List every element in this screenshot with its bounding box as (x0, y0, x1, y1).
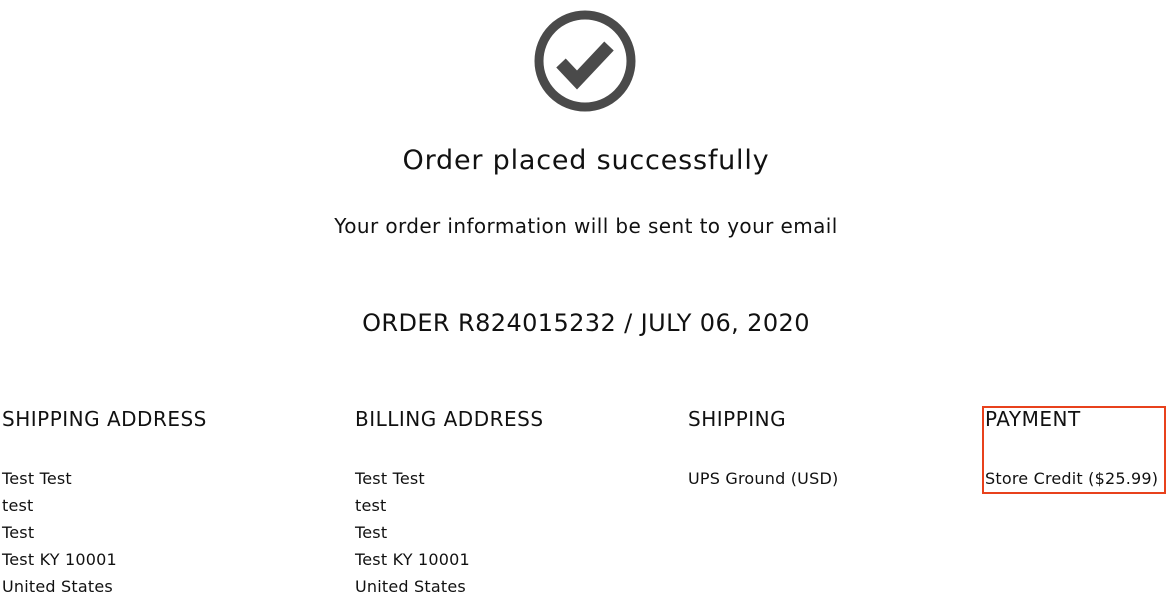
billing-address-line: Test (355, 523, 388, 542)
shipping-address-line: test (2, 496, 34, 515)
payment-method-value: Store Credit ($25.99) (985, 469, 1159, 488)
shipping-method-section: SHIPPING UPS Ground (USD) (688, 403, 838, 492)
shipping-address-heading: SHIPPING ADDRESS (2, 407, 207, 431)
shipping-address-line: United States (2, 577, 113, 596)
order-number-date: ORDER R824015232 / JULY 06, 2020 (362, 309, 810, 337)
billing-address-heading: BILLING ADDRESS (355, 407, 544, 431)
confirmation-subtitle: Your order information will be sent to y… (334, 214, 838, 238)
billing-address-line: United States (355, 577, 466, 596)
order-confirmation-page: Order placed successfully Your order inf… (0, 0, 1172, 600)
shipping-address-line: Test Test (2, 469, 72, 488)
billing-address-section: BILLING ADDRESS Test Test test Test Test… (355, 403, 544, 600)
payment-heading: PAYMENT (985, 407, 1081, 431)
shipping-address-line: Test (2, 523, 35, 542)
billing-address-line: Test KY 10001 (355, 550, 470, 569)
shipping-method-heading: SHIPPING (688, 407, 787, 431)
billing-address-line: test (355, 496, 387, 515)
confirmation-title: Order placed successfully (402, 145, 770, 176)
check-circle-icon (534, 10, 636, 112)
billing-address-line: Test Test (355, 469, 425, 488)
shipping-method-value: UPS Ground (USD) (688, 469, 839, 488)
shipping-address-line: Test KY 10001 (2, 550, 117, 569)
shipping-address-section: SHIPPING ADDRESS Test Test test Test Tes… (2, 403, 207, 600)
payment-section: PAYMENT Store Credit ($25.99) (985, 403, 1158, 492)
